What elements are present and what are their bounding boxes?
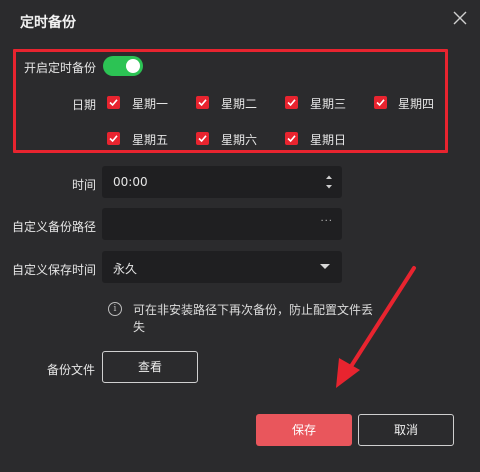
view-button[interactable]: 查看 [102, 351, 198, 383]
retention-label: 自定义保存时间 [12, 263, 97, 277]
browse-dots-icon[interactable]: ··· [320, 216, 333, 227]
day-label-sunday: 星期日 [310, 133, 347, 147]
dialog-title: 定时备份 [20, 15, 76, 31]
checkbox-saturday[interactable] [196, 132, 209, 145]
time-value: 00:00 [113, 175, 148, 189]
backup-path-input[interactable]: ··· [102, 208, 342, 240]
retention-value: 永久 [113, 262, 138, 276]
info-icon: i [108, 302, 122, 316]
retention-select[interactable]: 永久 [102, 251, 342, 283]
close-icon[interactable] [452, 10, 468, 26]
chevron-down-icon [320, 264, 330, 269]
checkbox-sunday[interactable] [285, 132, 298, 145]
toggle-knob [126, 59, 140, 73]
day-label-monday: 星期一 [132, 97, 169, 111]
date-label: 日期 [72, 98, 97, 112]
checkbox-wednesday[interactable] [285, 96, 298, 109]
cancel-button[interactable]: 取消 [358, 414, 454, 446]
save-button[interactable]: 保存 [256, 414, 352, 446]
checkbox-thursday[interactable] [374, 96, 387, 109]
time-input[interactable]: 00:00 [102, 166, 342, 198]
schedule-toggle[interactable] [103, 56, 143, 76]
day-label-thursday: 星期四 [398, 97, 435, 111]
time-spinner-icon[interactable] [325, 173, 333, 191]
checkbox-monday[interactable] [107, 96, 120, 109]
scheduled-backup-dialog: 定时备份 开启定时备份 日期 星期一 星期二 星期三 星期四 星期五 星期六 星… [0, 0, 480, 472]
checkbox-friday[interactable] [107, 132, 120, 145]
enable-label: 开启定时备份 [24, 61, 97, 75]
path-label: 自定义备份路径 [12, 220, 97, 234]
time-label: 时间 [72, 178, 97, 192]
day-label-tuesday: 星期二 [221, 97, 258, 111]
day-label-wednesday: 星期三 [310, 97, 347, 111]
notice-text: 可在非安装路径下再次备份，防止配置文件丢失 [133, 303, 374, 334]
day-label-saturday: 星期六 [221, 133, 258, 147]
day-label-friday: 星期五 [132, 133, 169, 147]
backup-file-label: 备份文件 [47, 363, 96, 377]
checkbox-tuesday[interactable] [196, 96, 209, 109]
